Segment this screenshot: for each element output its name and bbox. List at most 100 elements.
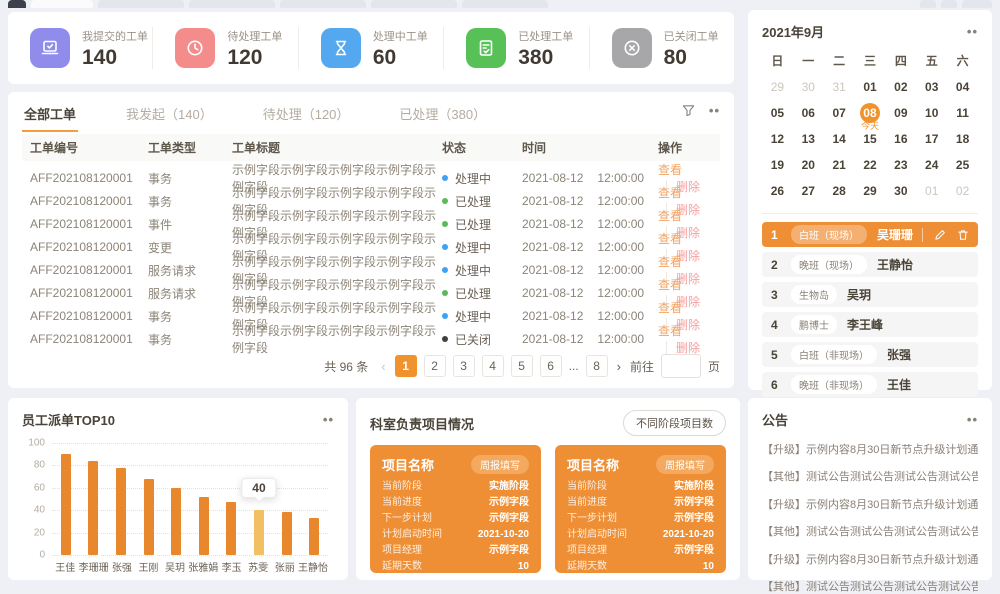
announcement-item[interactable]: 【其他】测试公告测试公告测试公告测试公告测试公告 — [762, 523, 978, 539]
bar[interactable] — [88, 461, 98, 555]
page-number[interactable]: 6 — [540, 355, 562, 377]
bar[interactable] — [171, 488, 181, 555]
edit-icon[interactable] — [934, 229, 946, 241]
bar[interactable] — [199, 497, 209, 555]
stage-project-count-button[interactable]: 不同阶段项目数 — [623, 410, 726, 436]
top-tab[interactable] — [189, 0, 275, 8]
top-tab[interactable] — [462, 0, 548, 8]
filter-icon[interactable] — [682, 104, 695, 117]
calendar-day-today[interactable]: 08今天 — [855, 100, 886, 126]
bar[interactable] — [254, 510, 264, 555]
calendar-day[interactable]: 12 — [762, 126, 793, 152]
calendar-day[interactable]: 19 — [762, 152, 793, 178]
next-page-icon[interactable]: › — [615, 359, 623, 374]
view-link[interactable]: 查看 — [658, 278, 682, 292]
announcement-item[interactable]: 【升级】示例内容8月30日新节点升级计划通知 — [762, 496, 978, 512]
page-number[interactable]: 4 — [482, 355, 504, 377]
tab-my-created[interactable]: 我发起（140） — [124, 102, 215, 130]
view-link[interactable]: 查看 — [658, 301, 682, 315]
calendar-day[interactable]: 02 — [885, 74, 916, 100]
shift-row[interactable]: 2 晚班（现场） 王静怡 — [762, 252, 978, 277]
trash-icon[interactable] — [957, 229, 969, 241]
calendar-day[interactable]: 07 — [824, 100, 855, 126]
bar[interactable] — [282, 512, 292, 555]
top-tab-active[interactable] — [31, 0, 93, 8]
page-number[interactable]: 5 — [511, 355, 533, 377]
calendar-day[interactable]: 06 — [793, 100, 824, 126]
view-link[interactable]: 查看 — [658, 163, 682, 177]
calendar-day[interactable]: 27 — [793, 178, 824, 204]
tab-pending[interactable]: 待处理（120） — [261, 102, 352, 130]
announcement-item[interactable]: 【升级】示例内容8月30日新节点升级计划通知 — [762, 551, 978, 567]
calendar-day[interactable]: 13 — [793, 126, 824, 152]
shift-row[interactable]: 5 白班（非现场） 张强 — [762, 342, 978, 367]
calendar-day[interactable]: 01 — [916, 178, 947, 204]
more-icon[interactable]: •• — [967, 413, 978, 426]
calendar-day[interactable]: 22 — [855, 152, 886, 178]
calendar-day[interactable]: 11 — [947, 100, 978, 126]
calendar-day[interactable]: 09 — [885, 100, 916, 126]
shift-row[interactable]: 4 鹏博士 李王峰 — [762, 312, 978, 337]
prev-page-icon[interactable]: ‹ — [379, 359, 387, 374]
calendar-day[interactable]: 25 — [947, 152, 978, 178]
project-card[interactable]: 项目名称 周报填写 当前阶段实施阶段 当前进度示例字段 下一步计划示例字段 计划… — [555, 445, 726, 573]
view-link[interactable]: 查看 — [658, 255, 682, 269]
bar[interactable] — [226, 502, 236, 555]
view-link[interactable]: 查看 — [658, 324, 682, 338]
calendar-day[interactable]: 23 — [885, 152, 916, 178]
announcement-item[interactable]: 【其他】测试公告测试公告测试公告测试公告测试公告 — [762, 578, 978, 594]
bar[interactable] — [309, 518, 319, 555]
calendar-day[interactable]: 28 — [824, 178, 855, 204]
calendar-day[interactable]: 03 — [916, 74, 947, 100]
announcement-item[interactable]: 【其他】测试公告测试公告测试公告测试公告测试公告 — [762, 468, 978, 484]
page-number[interactable]: 2 — [424, 355, 446, 377]
calendar-day[interactable]: 02 — [947, 178, 978, 204]
calendar-day[interactable]: 21 — [824, 152, 855, 178]
calendar-day[interactable]: 01 — [855, 74, 886, 100]
calendar-day[interactable]: 29 — [855, 178, 886, 204]
weekly-report-badge[interactable]: 周报填写 — [656, 455, 714, 474]
announcement-item[interactable]: 【升级】示例内容8月30日新节点升级计划通知 — [762, 441, 978, 457]
top-tab-control[interactable] — [941, 0, 957, 8]
calendar-day[interactable]: 05 — [762, 100, 793, 126]
calendar-day[interactable]: 26 — [762, 178, 793, 204]
more-icon[interactable]: •• — [323, 413, 334, 426]
project-card[interactable]: 项目名称 周报填写 当前阶段实施阶段 当前进度示例字段 下一步计划示例字段 计划… — [370, 445, 541, 573]
tab-all-workorders[interactable]: 全部工单 — [22, 102, 78, 132]
page-number[interactable]: 8 — [586, 355, 608, 377]
calendar-day[interactable]: 18 — [947, 126, 978, 152]
top-tab-logo[interactable] — [8, 0, 26, 8]
calendar-day[interactable]: 16 — [885, 126, 916, 152]
shift-row[interactable]: 1 白班（现场） 吴珊珊 — [762, 222, 978, 247]
bar[interactable] — [116, 468, 126, 555]
top-tab[interactable] — [371, 0, 457, 8]
calendar-day[interactable]: 20 — [793, 152, 824, 178]
page-number[interactable]: 1 — [395, 355, 417, 377]
top-tab[interactable] — [280, 0, 366, 8]
delete-link[interactable]: 删除 — [666, 341, 700, 355]
calendar-day[interactable]: 14 — [824, 126, 855, 152]
bar[interactable] — [61, 454, 71, 555]
page-number[interactable]: 3 — [453, 355, 475, 377]
top-tab-control[interactable] — [920, 0, 936, 8]
view-link[interactable]: 查看 — [658, 186, 682, 200]
view-link[interactable]: 查看 — [658, 232, 682, 246]
more-icon[interactable]: •• — [709, 104, 720, 117]
shift-row[interactable]: 6 晚班（非现场） 王佳 — [762, 372, 978, 397]
top-tab[interactable] — [98, 0, 184, 8]
weekly-report-badge[interactable]: 周报填写 — [471, 455, 529, 474]
calendar-day[interactable]: 24 — [916, 152, 947, 178]
calendar-day[interactable]: 30 — [793, 74, 824, 100]
calendar-day[interactable]: 30 — [885, 178, 916, 204]
tab-done[interactable]: 已处理（380） — [397, 102, 488, 130]
bar[interactable] — [144, 479, 154, 555]
view-link[interactable]: 查看 — [658, 209, 682, 223]
calendar-day[interactable]: 10 — [916, 100, 947, 126]
calendar-day[interactable]: 04 — [947, 74, 978, 100]
calendar-day[interactable]: 31 — [824, 74, 855, 100]
top-tab-control[interactable] — [962, 0, 992, 8]
more-icon[interactable]: •• — [967, 25, 978, 38]
goto-page-input[interactable] — [661, 354, 701, 378]
calendar-day[interactable]: 17 — [916, 126, 947, 152]
calendar-day[interactable]: 29 — [762, 74, 793, 100]
